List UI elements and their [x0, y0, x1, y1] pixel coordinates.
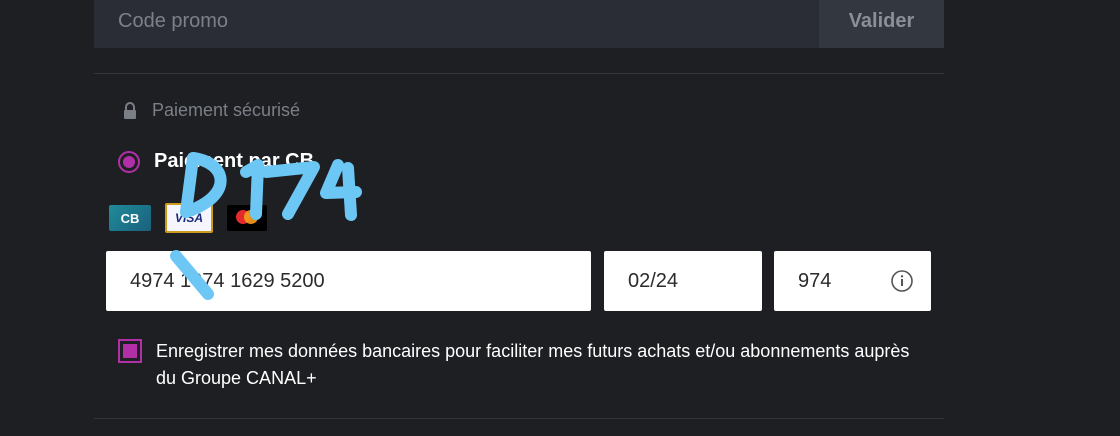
expiry-date-value: 02/24: [628, 269, 679, 292]
divider-top: [94, 73, 944, 74]
promo-code-bar: Valider: [94, 0, 944, 48]
card-number-field[interactable]: 4974 1074 1629 5200: [106, 251, 591, 311]
cvv-value: 974: [798, 269, 832, 292]
radio-selected-dot: [123, 155, 135, 168]
expiry-date-field[interactable]: 02/24: [604, 251, 762, 311]
save-card-label: Enregistrer mes données bancaires pour f…: [156, 341, 910, 388]
divider-bottom: [94, 418, 944, 419]
info-icon[interactable]: [891, 270, 913, 292]
save-card-option[interactable]: Enregistrer mes données bancaires pour f…: [118, 338, 916, 392]
lock-icon: [124, 101, 136, 119]
promo-code-input[interactable]: [94, 0, 819, 48]
save-card-checkbox[interactable]: [118, 339, 142, 363]
payment-method-radio[interactable]: [118, 150, 140, 173]
card-logos: CB VISA: [109, 203, 267, 233]
cvv-field[interactable]: 974: [774, 251, 931, 311]
secure-payment-text: Paiement sécurisé: [152, 100, 301, 120]
mastercard-logo: [227, 205, 267, 231]
payment-method-option[interactable]: Paiement par CB: [118, 150, 314, 173]
cb-card-logo: CB: [109, 205, 151, 231]
checkbox-checked-fill: [123, 344, 137, 358]
secure-payment-label: Paiement sécurisé: [122, 100, 300, 121]
visa-card-logo: VISA: [165, 203, 213, 233]
validate-promo-button[interactable]: Valider: [819, 0, 944, 48]
card-number-value: 4974 1074 1629 5200: [130, 269, 325, 292]
payment-method-label: Paiement par CB: [154, 150, 315, 172]
